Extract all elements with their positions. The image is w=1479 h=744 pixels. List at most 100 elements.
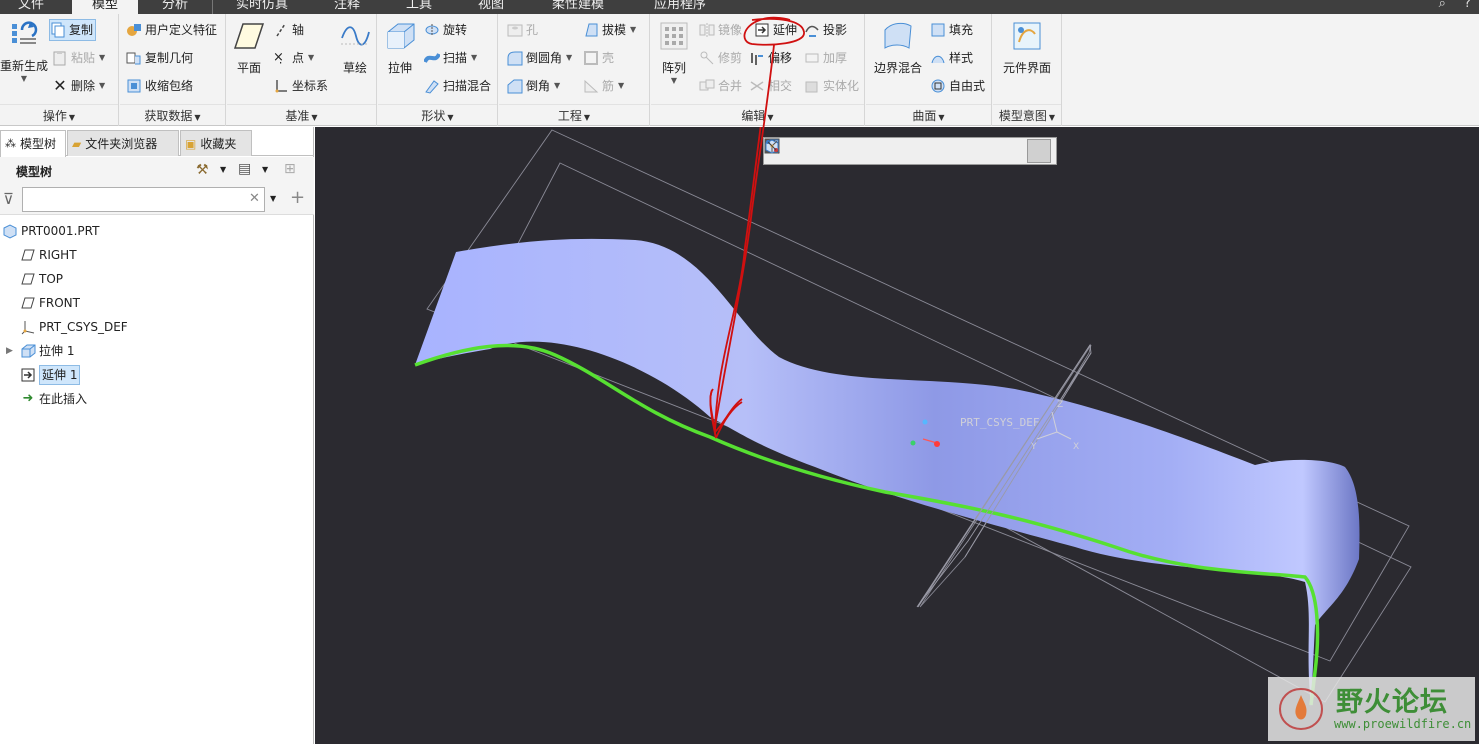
- paste-button[interactable]: 粘贴 ▼: [52, 47, 105, 69]
- offset-button[interactable]: 偏移: [749, 47, 792, 69]
- udf-label: 用户定义特征: [145, 23, 218, 37]
- tab-flexible-modeling[interactable]: 柔性建模: [528, 0, 628, 14]
- shrinkwrap-icon: [127, 79, 141, 93]
- tab-analysis[interactable]: 分析: [140, 0, 210, 14]
- tree-columns-icon[interactable]: ⊞: [284, 161, 296, 177]
- tab-applications[interactable]: 应用程序: [632, 0, 728, 14]
- csys-button[interactable]: 坐标系: [273, 75, 328, 97]
- tree-item-top[interactable]: TOP: [20, 268, 63, 290]
- show-icon[interactable]: ▤: [238, 161, 251, 177]
- tab-folder-browser[interactable]: ▰ 文件夹浏览器: [67, 130, 179, 156]
- style-button[interactable]: 样式: [930, 47, 973, 69]
- extruded-surface[interactable]: [415, 238, 1360, 707]
- saved-orientations-icon[interactable]: [765, 139, 921, 163]
- filter-icon[interactable]: ⊽: [3, 190, 14, 208]
- annotation-display-icon[interactable]: [766, 139, 1051, 163]
- expand-arrow-icon[interactable]: ▶: [6, 340, 20, 362]
- tab-view[interactable]: 视图: [456, 0, 526, 14]
- tab-model[interactable]: 模型: [72, 0, 138, 14]
- solidify-button[interactable]: 实体化: [804, 75, 859, 97]
- extend-button[interactable]: 延伸: [754, 19, 797, 41]
- spin-center-icon[interactable]: [765, 139, 999, 163]
- datum-display-icon[interactable]: [766, 139, 1025, 163]
- intersect-button[interactable]: 相交: [749, 75, 792, 97]
- group-editing-label[interactable]: 编辑 ▼: [651, 104, 864, 126]
- extrude-button[interactable]: 拉伸: [382, 20, 418, 76]
- search-input[interactable]: [22, 187, 265, 212]
- add-icon[interactable]: +: [290, 187, 305, 208]
- tree-item-csys[interactable]: PRT_CSYS_DEF: [20, 316, 128, 338]
- draft-icon: [585, 23, 598, 37]
- extrude-icon: [387, 23, 415, 49]
- search-dropdown-icon[interactable]: ▼: [270, 194, 276, 203]
- draft-button[interactable]: 拔模 ▼: [583, 19, 636, 41]
- navigator-panel: ⁂ 模型树 ▰ 文件夹浏览器 ▣ 收藏夹 模型树 ⚒ ▼ ▤ ▼ ⊞ ⊽ ✕ ▼: [0, 127, 314, 744]
- rib-button[interactable]: 筋 ▼: [583, 75, 624, 97]
- tab-file[interactable]: 文件: [0, 0, 62, 14]
- tree-item-front[interactable]: FRONT: [20, 292, 80, 314]
- clear-search-icon[interactable]: ✕: [249, 191, 260, 206]
- fill-button[interactable]: 填充: [930, 19, 973, 41]
- group-datum-label[interactable]: 基准 ▼: [227, 104, 376, 126]
- zoom-out-icon[interactable]: [765, 139, 843, 163]
- tree-item-part[interactable]: PRT0001.PRT: [2, 220, 99, 242]
- axis-button[interactable]: 轴: [273, 19, 304, 41]
- thicken-icon: [805, 53, 819, 63]
- component-interface-button[interactable]: 元件界面: [997, 20, 1057, 76]
- copy-geometry-button[interactable]: 复制几何: [126, 47, 193, 69]
- group-surfaces-label[interactable]: 曲面 ▼: [866, 104, 991, 126]
- tab-simulation[interactable]: 实时仿真: [214, 0, 310, 14]
- copy-button[interactable]: 复制: [49, 19, 97, 41]
- tree-item-right[interactable]: RIGHT: [20, 244, 77, 266]
- zoom-in-icon[interactable]: [765, 139, 817, 163]
- group-get-data-label[interactable]: 获取数据 ▼: [120, 104, 225, 126]
- project-button[interactable]: 投影: [804, 19, 847, 41]
- thicken-button[interactable]: 加厚: [804, 47, 847, 69]
- repaint-icon[interactable]: [765, 139, 869, 163]
- pattern-button[interactable]: 阵列 ▼: [655, 20, 693, 85]
- shell-button[interactable]: 壳: [583, 47, 614, 69]
- group-operations-label[interactable]: 操作 ▼: [0, 104, 118, 126]
- help-icon[interactable]: ?: [1464, 0, 1471, 11]
- delete-button[interactable]: ✕ 删除 ▼: [52, 75, 105, 97]
- chamfer-button[interactable]: 倒角 ▼: [507, 75, 560, 97]
- tab-annotate[interactable]: 注释: [316, 0, 378, 14]
- group-engineering-label[interactable]: 工程 ▼: [499, 104, 649, 126]
- mirror-button[interactable]: 镜像: [699, 19, 742, 41]
- revolve-button[interactable]: 旋转: [424, 19, 467, 41]
- model-graphics: PRT_CSYS_DEF Z Y X: [414, 127, 1412, 707]
- plane-button[interactable]: 平面: [231, 20, 267, 76]
- round-button[interactable]: 倒圆角 ▼: [507, 47, 572, 69]
- point-button[interactable]: ×̣ 点 ▼: [273, 47, 314, 69]
- tree-item-extrude[interactable]: ▶ 拉伸 1: [6, 340, 74, 362]
- boundary-blend-button[interactable]: 边界混合: [870, 20, 926, 76]
- shrinkwrap-button[interactable]: 收缩包络: [126, 75, 193, 97]
- show-dropdown-icon[interactable]: ▼: [262, 165, 268, 174]
- tab-favorites[interactable]: ▣ 收藏夹: [180, 130, 252, 156]
- group-shapes-label[interactable]: 形状 ▼: [378, 104, 497, 126]
- tree-item-insert-here[interactable]: ➜ 在此插入: [20, 388, 87, 410]
- sweep-button[interactable]: 扫描 ▼: [424, 47, 477, 69]
- group-model-intent-label[interactable]: 模型意图 ▼: [993, 104, 1061, 126]
- offset-label: 偏移: [768, 51, 793, 65]
- trim-button[interactable]: 修剪: [699, 47, 742, 69]
- tab-model-tree[interactable]: ⁂ 模型树: [0, 130, 66, 157]
- sketch-button[interactable]: 草绘: [337, 20, 373, 76]
- tree-item-extend[interactable]: 延伸 1: [20, 364, 81, 386]
- udf-icon: [127, 24, 141, 36]
- perspective-icon[interactable]: [766, 139, 973, 163]
- settings-icon[interactable]: ⚒: [196, 162, 209, 178]
- copy-geometry-icon: [126, 52, 141, 65]
- settings-dropdown-icon[interactable]: ▼: [220, 165, 226, 174]
- graphics-viewport[interactable]: PRT_CSYS_DEF Z Y X 野火论坛 www.proewildfire…: [315, 127, 1479, 744]
- tab-tools[interactable]: 工具: [386, 0, 452, 14]
- swept-blend-button[interactable]: 扫描混合: [424, 75, 491, 97]
- udf-button[interactable]: 用户定义特征: [126, 19, 217, 41]
- search-icon[interactable]: ⌕: [1439, 0, 1446, 11]
- hole-button[interactable]: 孔: [507, 19, 538, 41]
- freestyle-button[interactable]: 自由式: [930, 75, 985, 97]
- view-manager-icon[interactable]: [765, 139, 947, 163]
- merge-button[interactable]: 合并: [699, 75, 742, 97]
- regenerate-button[interactable]: 重新生成 ▼: [0, 18, 52, 83]
- display-style-icon[interactable]: [765, 139, 895, 163]
